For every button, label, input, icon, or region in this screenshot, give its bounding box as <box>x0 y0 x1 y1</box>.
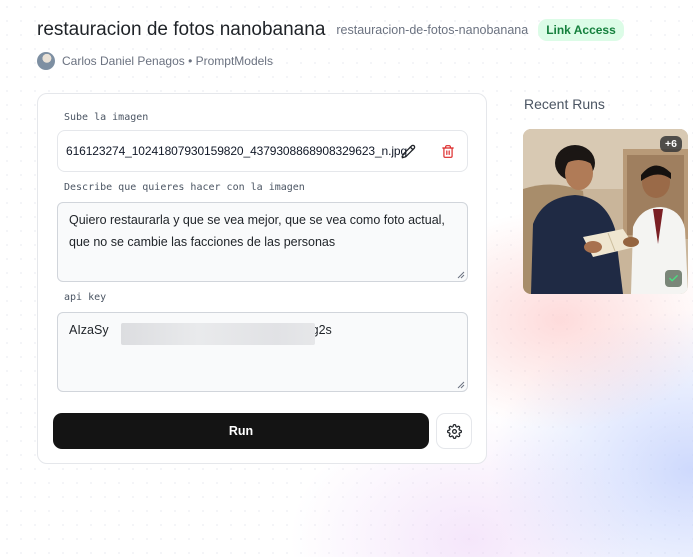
check-icon <box>665 270 682 287</box>
resize-grip-icon[interactable] <box>457 381 465 389</box>
describe-label: Describe que quieres hacer con la imagen <box>64 182 305 193</box>
page-header: restauracion de fotos nanobanana restaur… <box>37 19 624 41</box>
file-upload-field[interactable]: 616123274_10241807930159820_437930886890… <box>57 130 468 172</box>
redacted-blur <box>121 323 315 345</box>
apikey-textarea[interactable]: AIzaSy wg2s <box>57 312 468 392</box>
recent-runs-title: Recent Runs <box>524 96 605 112</box>
avatar[interactable] <box>37 52 55 70</box>
describe-textarea[interactable]: Quiero restaurarla y que se vea mejor, q… <box>57 202 468 282</box>
apikey-prefix: AIzaSy <box>69 323 109 337</box>
author-text[interactable]: Carlos Daniel Penagos • PromptModels <box>62 54 273 68</box>
page-slug: restauracion-de-fotos-nanobanana <box>336 23 529 37</box>
link-access-badge[interactable]: Link Access <box>538 19 624 41</box>
settings-button[interactable] <box>436 413 472 449</box>
describe-value: Quiero restaurarla y que se vea mejor, q… <box>69 213 445 249</box>
recent-run-thumbnail[interactable]: +6 <box>523 129 688 294</box>
gear-icon <box>446 423 462 439</box>
run-output-image <box>523 129 688 294</box>
author-line: Carlos Daniel Penagos • PromptModels <box>37 52 273 70</box>
run-form-card: Sube la imagen 616123274_102418079301598… <box>37 93 487 464</box>
image-label: Sube la imagen <box>64 112 149 123</box>
trash-icon[interactable] <box>439 142 457 160</box>
file-name: 616123274_10241807930159820_437930886890… <box>66 144 408 158</box>
pencil-icon[interactable] <box>399 142 417 160</box>
run-button[interactable]: Run <box>53 413 429 449</box>
page-title: restauracion de fotos nanobanana <box>37 19 326 40</box>
more-runs-count: +6 <box>660 136 682 152</box>
resize-grip-icon[interactable] <box>457 271 465 279</box>
apikey-label: api key <box>64 292 107 303</box>
